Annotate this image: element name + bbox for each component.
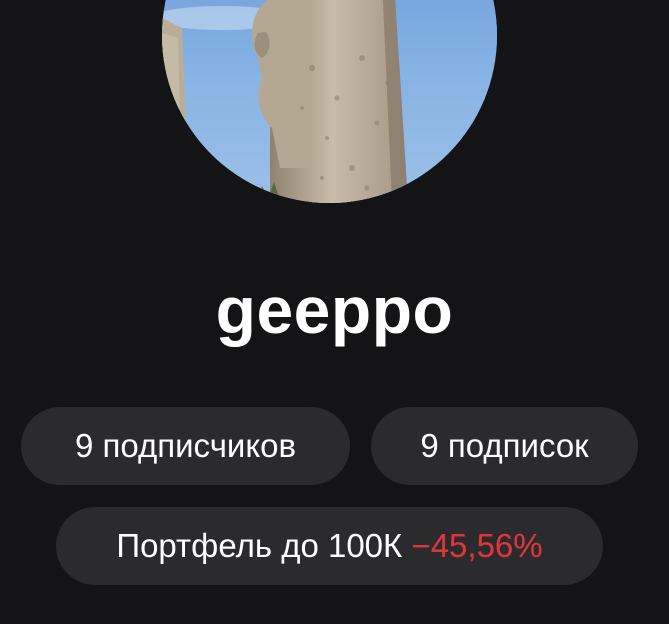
portfolio-name: Портфель до 100К <box>116 527 403 564</box>
following-button[interactable]: 9 подписок <box>371 407 638 485</box>
username: geeppo <box>215 273 454 347</box>
followers-button[interactable]: 9 подписчиков <box>21 407 350 485</box>
followers-label: 9 подписчиков <box>74 427 297 464</box>
portfolio-button[interactable]: Портфель до 100К −45,56% <box>56 507 603 585</box>
portfolio-change: −45,56% <box>411 527 543 564</box>
avatar-image <box>162 0 497 203</box>
following-label: 9 подписок <box>420 427 589 464</box>
profile-page: geeppo 9 подписчиков 9 подписок Портфель… <box>0 0 669 624</box>
avatar[interactable] <box>162 0 497 203</box>
